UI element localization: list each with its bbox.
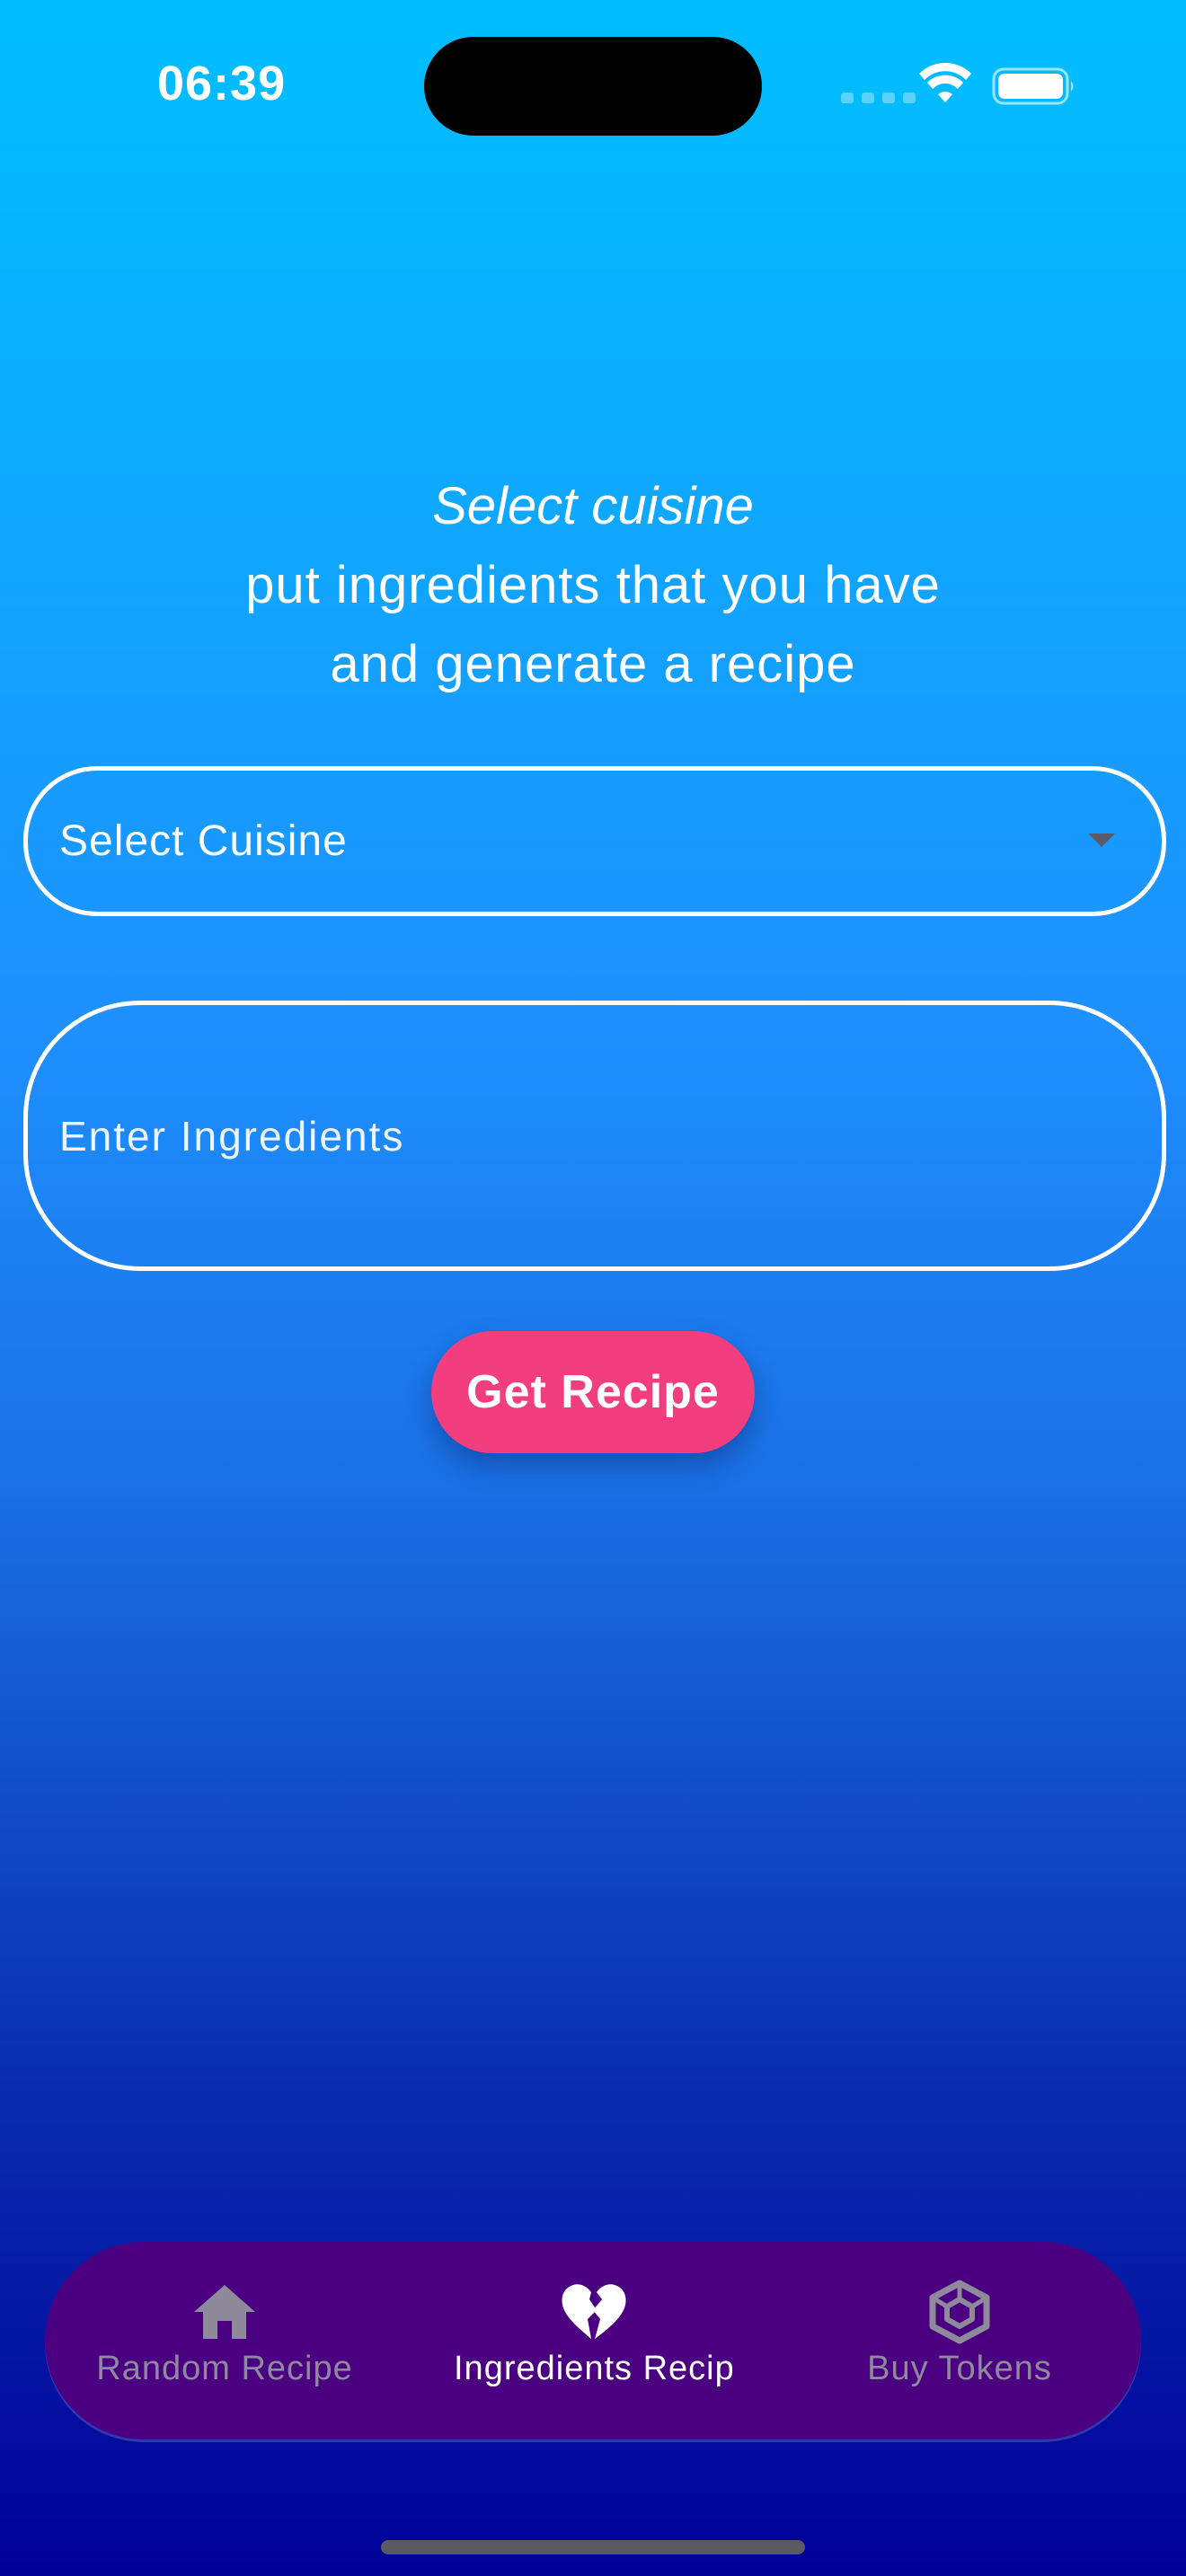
nav-label-buy-tokens: Buy Tokens xyxy=(867,2350,1052,2387)
nav-item-ingredients-recipe[interactable]: Ingredients Recipe xyxy=(431,2280,755,2414)
battery-icon xyxy=(992,67,1074,105)
cuisine-select[interactable]: Select Cuisine xyxy=(23,766,1166,916)
cube-icon xyxy=(929,2280,990,2344)
get-recipe-button-label: Get Recipe xyxy=(466,1366,720,1418)
home-indicator[interactable] xyxy=(381,2540,805,2554)
nav-item-buy-tokens[interactable]: Buy Tokens xyxy=(798,2280,1121,2414)
home-icon xyxy=(194,2285,255,2339)
broken-heart-icon xyxy=(562,2284,626,2339)
nav-label-random-recipe: Random Recipe xyxy=(96,2350,353,2387)
bottom-nav: Random Recipe Ingredients Recipe Buy Tok… xyxy=(45,2242,1141,2439)
chevron-down-icon xyxy=(1088,834,1115,847)
dynamic-island xyxy=(424,37,762,136)
get-recipe-button[interactable]: Get Recipe xyxy=(431,1331,755,1453)
headline-subtitle-line2: and generate a recipe xyxy=(330,635,856,693)
status-bar: 06:39 xyxy=(0,0,1186,171)
headline: Select cuisine put ingredients that you … xyxy=(0,467,1186,704)
status-time: 06:39 xyxy=(157,57,287,110)
nav-item-random-recipe[interactable]: Random Recipe xyxy=(63,2280,386,2414)
cellular-signal-icon xyxy=(841,93,916,103)
headline-title: Select cuisine xyxy=(432,477,754,535)
nav-label-ingredients-recipe: Ingredients Recipe xyxy=(454,2350,732,2387)
ingredients-placeholder: Enter Ingredients xyxy=(59,1112,405,1160)
ingredients-input[interactable]: Enter Ingredients xyxy=(23,1001,1166,1271)
wifi-icon xyxy=(919,63,971,102)
cuisine-select-label: Select Cuisine xyxy=(59,817,348,865)
headline-subtitle-line1: put ingredients that you have xyxy=(245,556,941,614)
